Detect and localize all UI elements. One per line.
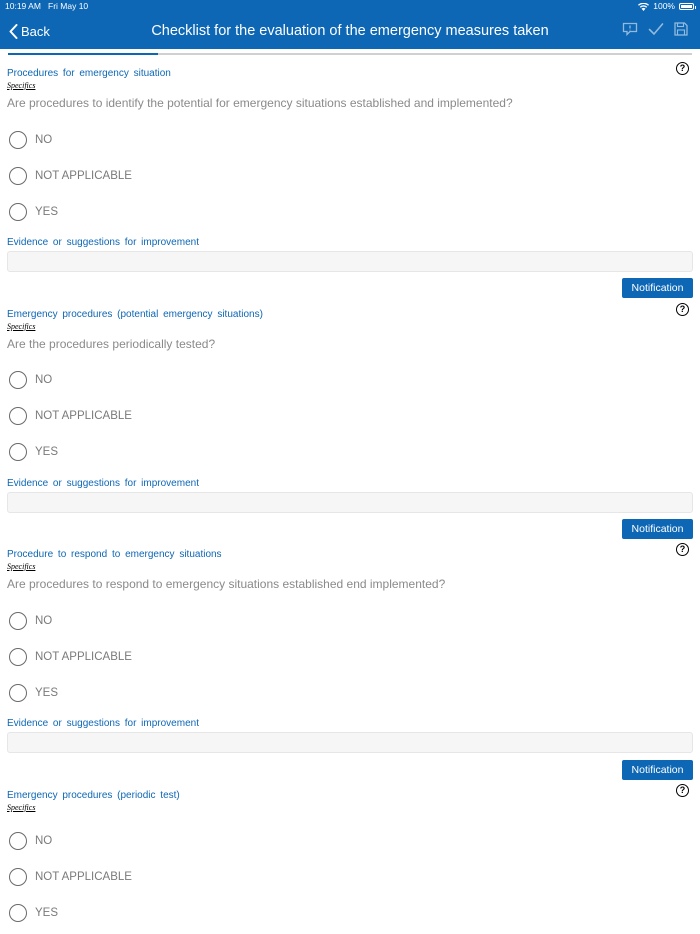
- option-yes[interactable]: YES: [9, 202, 58, 222]
- specifics-link[interactable]: Specifics: [7, 803, 35, 812]
- option-label: NOT APPLICABLE: [35, 651, 132, 663]
- status-time: 10:19 AM Fri May 10: [5, 1, 89, 11]
- option-not-applicable[interactable]: NOT APPLICABLE: [9, 406, 132, 426]
- radio-button[interactable]: [9, 904, 27, 922]
- question-text: Are procedures to respond to emergency s…: [7, 577, 446, 591]
- radio-button[interactable]: [9, 612, 27, 630]
- item-title: Procedure to respond to emergency situat…: [7, 549, 222, 560]
- option-not-applicable[interactable]: NOT APPLICABLE: [9, 166, 132, 186]
- option-label: NO: [35, 615, 53, 627]
- option-label: YES: [35, 907, 59, 919]
- evidence-label: Evidence or suggestions for improvement: [7, 478, 199, 489]
- help-icon[interactable]: ?: [676, 543, 689, 556]
- option-no[interactable]: NO: [9, 611, 52, 631]
- progress-fill: [8, 53, 159, 55]
- specifics-link[interactable]: Specifics: [7, 81, 35, 90]
- page-title: Checklist for the evaluation of the emer…: [151, 23, 549, 39]
- option-yes[interactable]: YES: [9, 442, 58, 462]
- option-yes[interactable]: YES: [9, 903, 58, 923]
- notification-button[interactable]: Notification: [622, 519, 693, 539]
- comment-icon[interactable]: [622, 22, 638, 41]
- question-text: Are the procedures periodically tested?: [7, 337, 216, 351]
- radio-button[interactable]: [9, 868, 27, 886]
- radio-button[interactable]: [9, 371, 27, 389]
- option-label: NO: [35, 134, 53, 146]
- evidence-label: Evidence or suggestions for improvement: [7, 718, 199, 729]
- option-no[interactable]: NO: [9, 370, 52, 390]
- option-label: NO: [35, 374, 53, 386]
- back-label: Back: [21, 23, 50, 39]
- option-no[interactable]: NO: [9, 831, 52, 851]
- item-title: Procedures for emergency situation: [7, 68, 171, 79]
- radio-button[interactable]: [9, 203, 27, 221]
- option-label: NOT APPLICABLE: [35, 410, 132, 422]
- option-not-applicable[interactable]: NOT APPLICABLE: [9, 867, 132, 887]
- option-label: YES: [35, 687, 59, 699]
- navigation-bar: Back Checklist for the evaluation of the…: [0, 13, 700, 49]
- evidence-label: Evidence or suggestions for improvement: [7, 237, 199, 248]
- chevron-left-icon: [9, 23, 18, 39]
- help-icon[interactable]: ?: [676, 784, 689, 797]
- option-label: NO: [35, 835, 53, 847]
- option-label: YES: [35, 446, 59, 458]
- option-label: NOT APPLICABLE: [35, 170, 132, 182]
- option-no[interactable]: NO: [9, 130, 52, 150]
- evidence-input[interactable]: [7, 732, 693, 753]
- radio-button[interactable]: [9, 684, 27, 702]
- option-yes[interactable]: YES: [9, 683, 58, 703]
- battery-icon: [679, 3, 696, 10]
- radio-button[interactable]: [9, 443, 27, 461]
- option-label: YES: [35, 206, 59, 218]
- back-button[interactable]: Back: [9, 13, 50, 49]
- save-icon[interactable]: [674, 21, 688, 41]
- option-label: NOT APPLICABLE: [35, 871, 132, 883]
- radio-button[interactable]: [9, 131, 27, 149]
- evidence-input[interactable]: [7, 492, 693, 513]
- item-title: Emergency procedures (potential emergenc…: [7, 309, 263, 320]
- evidence-input[interactable]: [7, 251, 693, 272]
- check-icon[interactable]: [648, 22, 664, 41]
- help-icon[interactable]: ?: [676, 62, 689, 75]
- question-text: Are procedures to identify the potential…: [7, 96, 513, 110]
- item-title: Emergency procedures (periodic test): [7, 790, 180, 801]
- radio-button[interactable]: [9, 648, 27, 666]
- radio-button[interactable]: [9, 832, 27, 850]
- battery-percent: 100%: [653, 1, 675, 11]
- progress-bar: [8, 53, 692, 55]
- help-icon[interactable]: ?: [676, 303, 689, 316]
- specifics-link[interactable]: Specifics: [7, 322, 35, 331]
- radio-button[interactable]: [9, 167, 27, 185]
- notification-button[interactable]: Notification: [622, 760, 693, 780]
- option-not-applicable[interactable]: NOT APPLICABLE: [9, 647, 132, 667]
- wifi-icon: [638, 2, 650, 11]
- radio-button[interactable]: [9, 407, 27, 425]
- status-bar: 10:19 AM Fri May 10 100%: [0, 0, 700, 13]
- notification-button[interactable]: Notification: [622, 278, 693, 298]
- specifics-link[interactable]: Specifics: [7, 562, 35, 571]
